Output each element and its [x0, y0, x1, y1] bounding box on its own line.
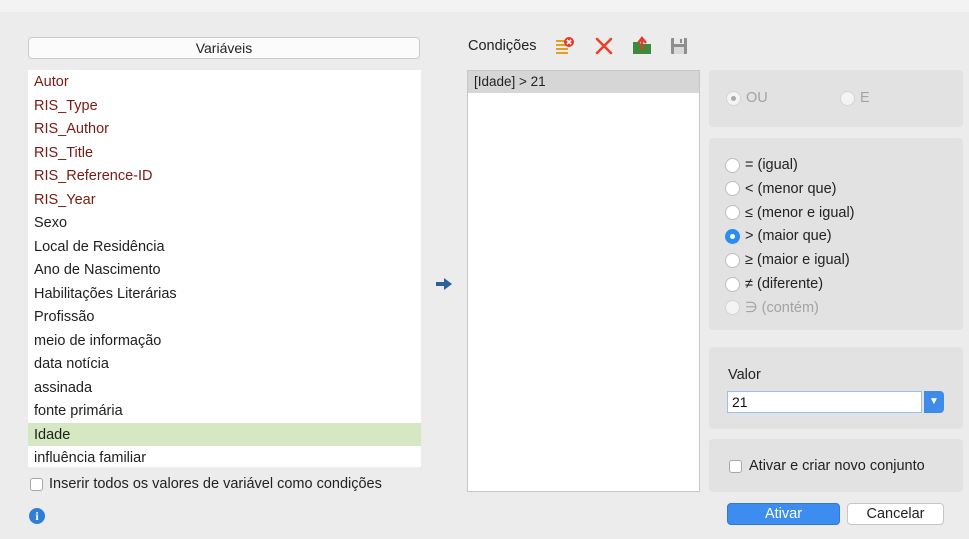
operator-label: < (menor que) [745, 180, 837, 197]
variable-item[interactable]: Sexo [28, 211, 421, 235]
variable-item[interactable]: RIS_Title [28, 141, 421, 165]
variable-item[interactable]: RIS_Author [28, 117, 421, 141]
operator-label: ∋ (contém) [745, 299, 819, 316]
condition-item[interactable]: [Idade] > 21 [468, 71, 699, 93]
logic-panel: OU E [709, 70, 963, 127]
operator-option[interactable]: ≤ (menor e igual) [725, 205, 855, 221]
variable-item[interactable]: RIS_Type [28, 94, 421, 118]
clear-list-icon[interactable] [555, 36, 575, 56]
value-label: Valor [728, 367, 761, 383]
operator-label: = (igual) [745, 157, 798, 173]
activate-new-set-label: Ativar e criar novo conjunto [749, 458, 925, 474]
save-icon[interactable] [669, 36, 689, 56]
variable-item[interactable]: Autor [28, 70, 421, 94]
activate-new-set-option[interactable]: Ativar e criar novo conjunto [729, 458, 925, 474]
variable-item[interactable]: RIS_Reference-ID [28, 164, 421, 188]
operator-radio [725, 300, 740, 316]
value-dropdown-button[interactable]: ▼ [924, 391, 944, 413]
variable-item[interactable]: data notícia [28, 352, 421, 376]
operator-label: > (maior que) [745, 228, 832, 245]
variable-item[interactable]: Idade [28, 422, 421, 446]
operator-radio[interactable] [725, 181, 740, 197]
logic-and-option[interactable]: E [840, 90, 870, 106]
operator-option[interactable]: ≠ (diferente) [725, 276, 823, 292]
cancel-button[interactable]: Cancelar [847, 503, 944, 525]
operator-option: ∋ (contém) [725, 300, 819, 316]
open-set-icon[interactable] [632, 36, 652, 56]
delete-icon[interactable] [594, 36, 614, 56]
operator-label: ≤ (menor e igual) [745, 204, 855, 221]
insert-all-values-option[interactable]: Inserir todos os valores de variável com… [30, 476, 382, 492]
logic-or-radio[interactable] [726, 90, 741, 106]
operator-label: ≠ (diferente) [745, 276, 824, 292]
variables-list[interactable]: Autor RIS_Type RIS_Author RIS_Title RIS_Refe… [28, 70, 421, 467]
operator-option[interactable]: ≥ (maior e igual) [725, 252, 850, 268]
operator-label: ≥ (maior e igual) [745, 252, 850, 269]
operator-radio[interactable] [725, 252, 740, 268]
logic-and-label: E [860, 90, 870, 106]
logic-or-option[interactable]: OU [726, 90, 768, 106]
logic-and-radio[interactable] [840, 90, 855, 106]
insert-all-checkbox[interactable] [30, 477, 43, 491]
variable-item[interactable]: Habilitações Literárias [28, 282, 421, 306]
operator-radio[interactable] [725, 276, 740, 292]
variable-item[interactable]: Local de Residência [28, 235, 421, 259]
variable-item[interactable]: meio de informação [28, 329, 421, 353]
add-condition-arrow-icon[interactable] [435, 277, 453, 291]
operator-option[interactable]: > (maior que) [725, 228, 832, 244]
operator-radio[interactable] [725, 228, 740, 244]
activate-button[interactable]: Ativar [727, 503, 840, 525]
variable-item[interactable]: Profissão [28, 305, 421, 329]
value-input[interactable] [727, 391, 922, 413]
operator-radio[interactable] [725, 157, 740, 173]
operator-radio[interactable] [725, 205, 740, 221]
window-top-strip [0, 0, 969, 12]
operator-option[interactable]: = (igual) [725, 157, 798, 173]
info-icon[interactable]: i [29, 508, 45, 524]
insert-all-label: Inserir todos os valores de variável com… [49, 476, 382, 492]
variable-item[interactable]: assinada [28, 376, 421, 400]
variables-header[interactable]: Variáveis [28, 37, 420, 59]
logic-or-label: OU [746, 90, 768, 106]
activate-new-set-checkbox[interactable] [729, 459, 742, 473]
conditions-list[interactable]: [Idade] > 21 [467, 70, 700, 492]
variable-item[interactable]: RIS_Year [28, 188, 421, 212]
operator-option[interactable]: < (menor que) [725, 181, 836, 197]
conditions-title: Condições [468, 38, 537, 54]
operators-panel: = (igual) < (menor que) ≤ (menor e igual) >… [709, 138, 963, 330]
value-panel [709, 347, 963, 429]
variable-item[interactable]: fonte primária [28, 399, 421, 423]
variable-item[interactable]: Ano de Nascimento [28, 258, 421, 282]
variable-item[interactable]: influência familiar [28, 446, 421, 467]
